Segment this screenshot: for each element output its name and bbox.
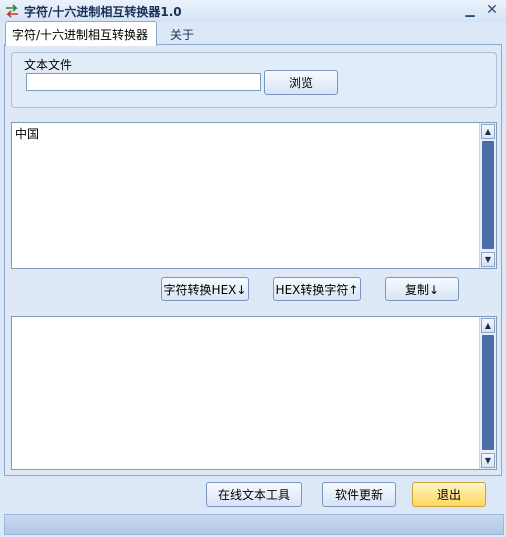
scroll-thumb[interactable] bbox=[482, 335, 494, 450]
scroll-up-icon[interactable]: ▲ bbox=[481, 124, 495, 139]
file-label: 文本文件 bbox=[24, 58, 73, 72]
hex-to-char-button[interactable]: HEX转换字符↑ bbox=[273, 277, 361, 301]
output-scrollbar[interactable]: ▲ ▼ bbox=[479, 317, 496, 469]
output-textarea[interactable]: ▲ ▼ bbox=[11, 316, 497, 470]
tab-converter[interactable]: 字符/十六进制相互转换器 bbox=[5, 21, 157, 46]
scroll-down-icon[interactable]: ▼ bbox=[481, 453, 495, 468]
window-title: 字符/十六进制相互转换器1.0 bbox=[24, 5, 182, 19]
exit-button[interactable]: 退出 bbox=[412, 482, 486, 507]
tab-converter-label: 字符/十六进制相互转换器 bbox=[12, 28, 149, 42]
tab-about[interactable]: 关于 bbox=[162, 21, 202, 45]
scroll-up-icon[interactable]: ▲ bbox=[481, 318, 495, 333]
input-text: 中国 bbox=[15, 127, 40, 141]
close-button[interactable]: ✕ bbox=[484, 2, 500, 18]
software-update-button[interactable]: 软件更新 bbox=[322, 482, 396, 507]
file-path-input[interactable] bbox=[26, 73, 261, 91]
char-to-hex-button[interactable]: 字符转换HEX↓ bbox=[161, 277, 249, 301]
browse-button[interactable]: 浏览 bbox=[264, 70, 338, 95]
copy-button[interactable]: 复制↓ bbox=[385, 277, 459, 301]
input-scrollbar[interactable]: ▲ ▼ bbox=[479, 123, 496, 268]
tab-about-label: 关于 bbox=[170, 28, 195, 42]
swap-arrows-icon bbox=[4, 3, 20, 19]
status-strip bbox=[4, 514, 504, 535]
online-text-tools-button[interactable]: 在线文本工具 bbox=[206, 482, 302, 507]
scroll-down-icon[interactable]: ▼ bbox=[481, 252, 495, 267]
input-textarea[interactable]: 中国 ▲ ▼ bbox=[11, 122, 497, 269]
minimize-button[interactable]: ▁ bbox=[462, 2, 478, 18]
scroll-thumb[interactable] bbox=[482, 141, 494, 249]
